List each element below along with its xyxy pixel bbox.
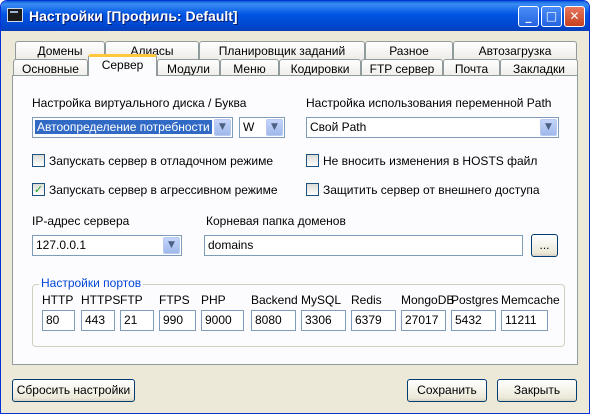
- port-label-mysql: MySQL: [301, 293, 342, 307]
- tab-misc[interactable]: Разное: [365, 41, 453, 60]
- root-folder-label: Корневая папка доменов: [206, 214, 346, 228]
- close-window-button[interactable]: ✕: [564, 6, 585, 27]
- no-hosts-label: Не вносить изменения в HOSTS файл: [323, 154, 538, 168]
- vdisk-mode-select[interactable]: Автоопределение потребности ▼: [32, 117, 233, 138]
- port-label-memcache: Memcache: [501, 293, 560, 307]
- port-label-mongodb: MongoDB: [401, 293, 455, 307]
- vdisk-mode-value: Автоопределение потребности: [35, 120, 212, 134]
- tab-server[interactable]: Сервер: [88, 54, 157, 76]
- protect-server-label: Защитить сервер от внешнего доступа: [323, 183, 540, 197]
- port-input-ftp[interactable]: 21: [120, 310, 154, 331]
- app-icon: [7, 8, 23, 22]
- port-label-http: HTTP: [42, 293, 74, 307]
- port-input-backend[interactable]: 8080: [251, 310, 296, 331]
- vdisk-letter-select[interactable]: W ▼: [239, 117, 285, 138]
- port-label-redis: Redis: [351, 293, 382, 307]
- port-label-https: HTTPS: [81, 293, 121, 307]
- path-value: Свой Path: [310, 120, 367, 134]
- save-button[interactable]: Сохранить: [407, 379, 487, 402]
- port-label-ftp: FTP: [120, 293, 143, 307]
- vdisk-letter-value: W: [243, 120, 255, 134]
- port-input-ftps[interactable]: 990: [159, 310, 196, 331]
- chevron-down-icon[interactable]: ▼: [214, 119, 231, 136]
- settings-window: Настройки [Профиль: Default] _ □ ✕ Домен…: [0, 0, 590, 414]
- port-input-redis[interactable]: 6379: [351, 310, 396, 331]
- port-input-mongodb[interactable]: 27017: [401, 310, 446, 331]
- port-label-ftps: FTPS: [159, 293, 190, 307]
- chevron-down-icon[interactable]: ▼: [540, 119, 557, 136]
- port-input-memcache[interactable]: 11211: [501, 310, 548, 331]
- ip-select[interactable]: 127.0.0.1 ▼: [32, 235, 182, 256]
- ports-group-title: Настройки портов: [39, 276, 144, 290]
- path-label: Настройка использования переменной Path: [306, 96, 552, 110]
- close-button[interactable]: Закрыть: [497, 379, 577, 402]
- protect-server-checkbox[interactable]: [306, 183, 319, 196]
- window-title: Настройки [Профиль: Default]: [29, 8, 238, 24]
- chevron-down-icon[interactable]: ▼: [266, 119, 283, 136]
- port-label-php: PHP: [201, 293, 226, 307]
- ip-value: 127.0.0.1: [36, 238, 87, 252]
- maximize-button[interactable]: □: [541, 6, 562, 27]
- port-input-postgres[interactable]: 5432: [451, 310, 496, 331]
- debug-mode-label: Запускать сервер в отладочном режиме: [49, 154, 274, 168]
- port-input-php[interactable]: 9000: [201, 310, 244, 331]
- path-select[interactable]: Свой Path ▼: [306, 117, 559, 138]
- port-input-mysql[interactable]: 3306: [301, 310, 346, 331]
- root-folder-input[interactable]: domains: [204, 235, 523, 256]
- debug-mode-checkbox[interactable]: [32, 154, 45, 167]
- title-bar[interactable]: Настройки [Профиль: Default] _ □ ✕: [1, 1, 589, 31]
- vdisk-label: Настройка виртуального диска / Буква: [32, 96, 247, 110]
- chevron-down-icon[interactable]: ▼: [163, 237, 180, 254]
- minimize-button[interactable]: _: [518, 6, 539, 27]
- no-hosts-checkbox[interactable]: [306, 154, 319, 167]
- aggressive-mode-checkbox[interactable]: ✓: [32, 183, 45, 196]
- aggressive-mode-label: Запускать сервер в агрессивном режиме: [49, 183, 278, 197]
- browse-button[interactable]: ...: [531, 234, 558, 257]
- tab-autostart[interactable]: Автозагрузка: [453, 41, 577, 60]
- port-label-postgres: Postgres: [451, 293, 499, 307]
- reset-settings-button[interactable]: Сбросить настройки: [12, 379, 135, 402]
- tab-scheduler[interactable]: Планировщик заданий: [199, 41, 365, 60]
- port-input-http[interactable]: 80: [42, 310, 75, 331]
- port-input-https[interactable]: 443: [81, 310, 115, 331]
- port-label-backend: Backend: [251, 293, 298, 307]
- ip-label: IP-адрес сервера: [32, 214, 130, 228]
